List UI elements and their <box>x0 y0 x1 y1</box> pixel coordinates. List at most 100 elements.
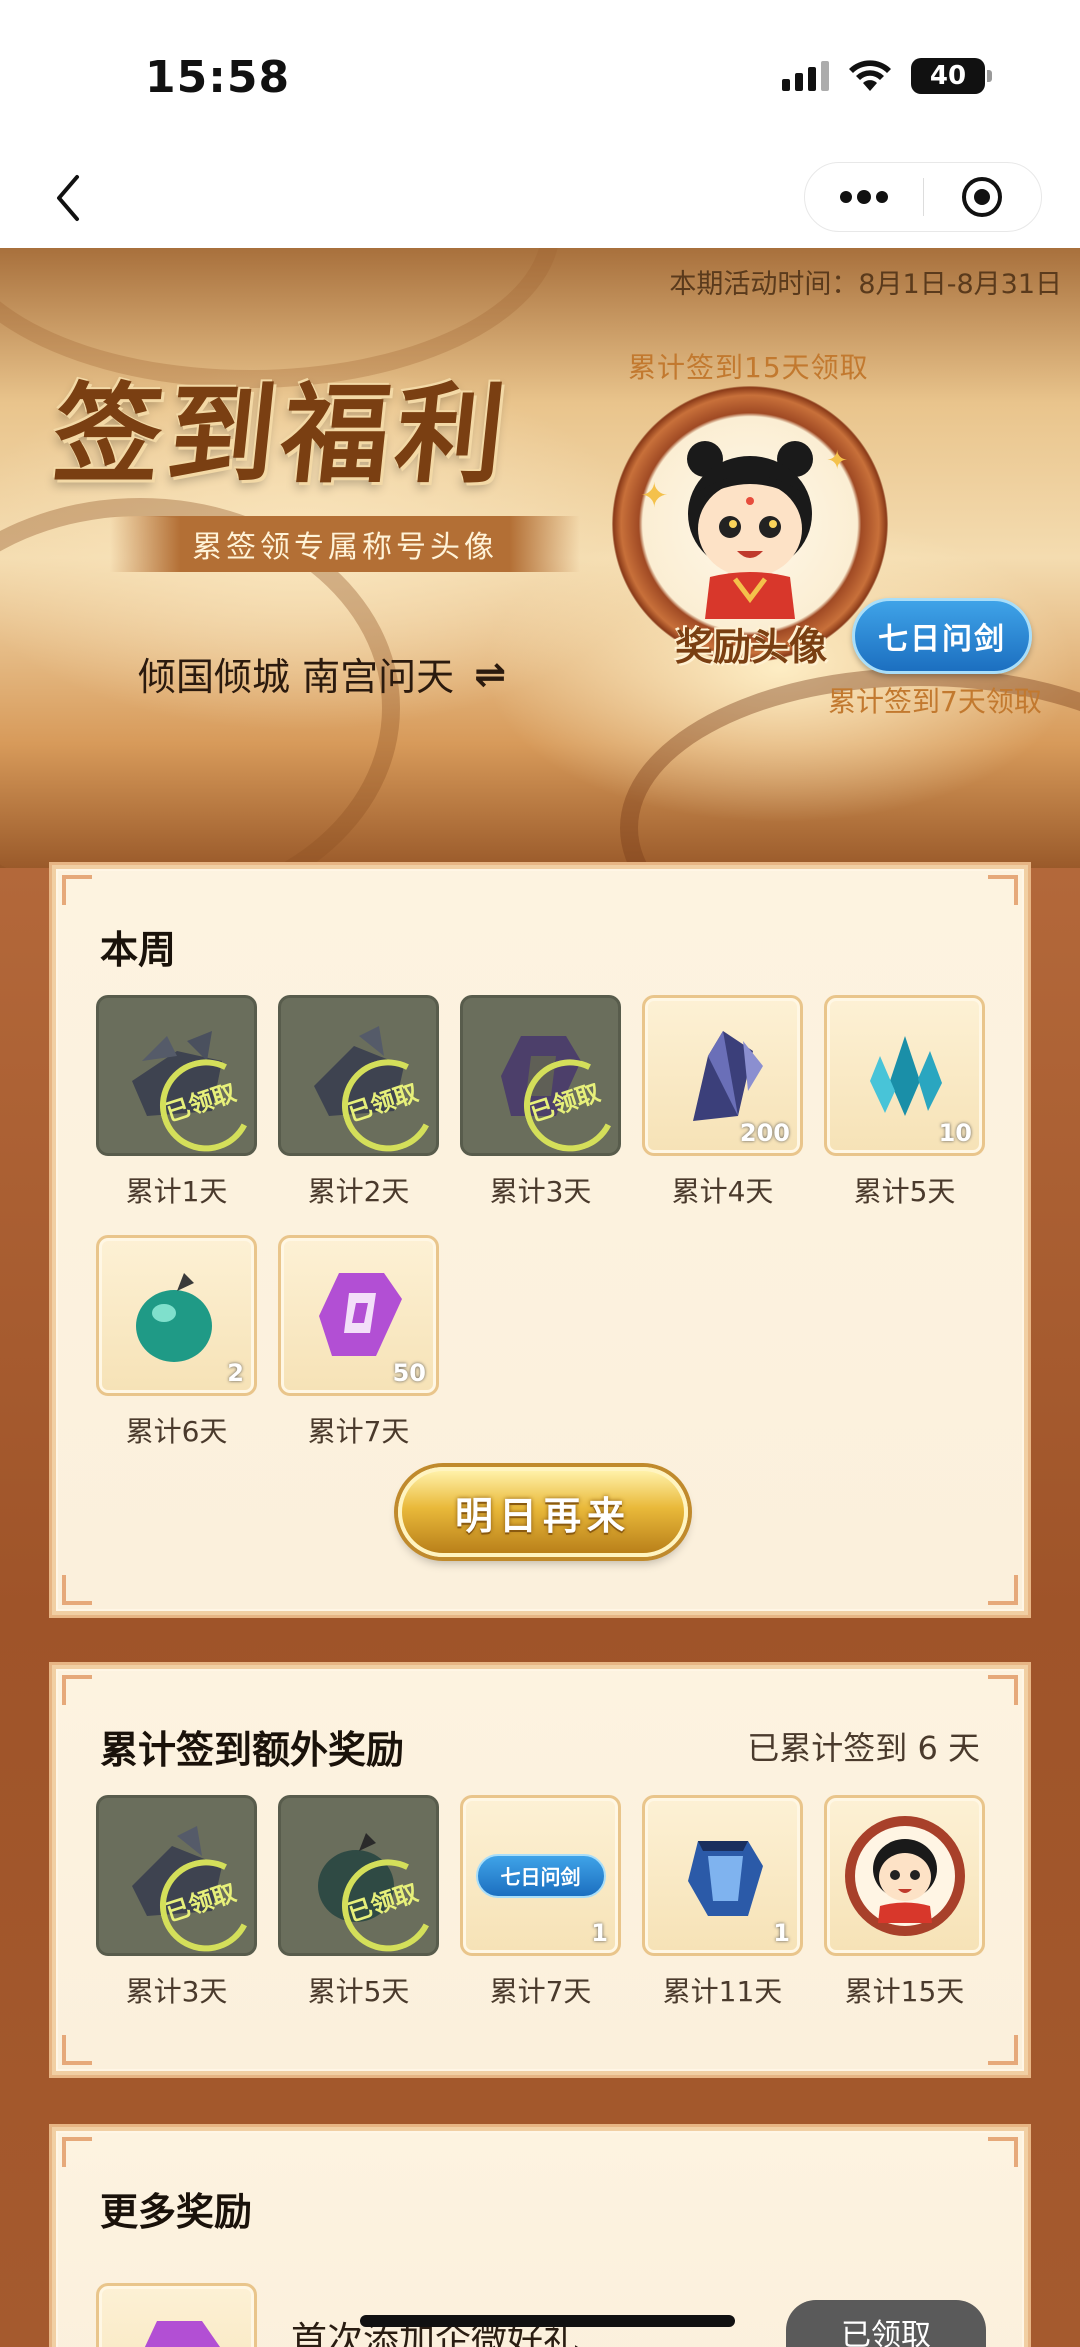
cumulative-title: 累计签到额外奖励 <box>100 1728 405 1772</box>
reward-cell[interactable]: 2 累计6天 <box>96 1235 257 1450</box>
reward-cell[interactable]: 已领取 累计3天 <box>460 995 621 1210</box>
panel-corner <box>62 2035 92 2065</box>
reward-cell[interactable]: 200 累计4天 <box>642 995 803 1210</box>
come-back-tomorrow-button[interactable]: 明日再来 <box>398 1467 688 1557</box>
reward-tile <box>96 2283 257 2347</box>
weekly-panel: 本周 已领取 累计1天 已领取 累计2天 已领取 累计3天 200 累计4天 1… <box>49 862 1031 1618</box>
claim-15-note: 累计签到15天领取 <box>628 351 869 384</box>
account-name: 倾国倾城 南宫问天 <box>138 655 455 699</box>
title-badge: 七日问剑 <box>852 598 1032 674</box>
reward-tile: 七日问剑 1 <box>460 1795 621 1956</box>
status-bar: 15:58 40 <box>0 0 1080 150</box>
reward-cell[interactable]: 已领取 累计2天 <box>278 995 439 1210</box>
reward-tile: 已领取 <box>96 995 257 1156</box>
close-miniapp-button[interactable] <box>924 163 1042 231</box>
reward-day-label: 累计5天 <box>307 1975 410 2008</box>
back-button[interactable] <box>38 168 98 228</box>
reward-tile: 已领取 <box>96 1795 257 1956</box>
subtitle-strip: 累签领专属称号头像 <box>110 516 580 572</box>
reward-cell[interactable]: 10 累计5天 <box>824 995 985 1210</box>
reward-day-label: 累计1天 <box>125 1175 228 1208</box>
hero-banner: 本期活动时间：8月1日-8月31日 签到福利 累签领专属称号头像 倾国倾城 南宫… <box>0 248 1080 868</box>
panel-corner <box>988 1675 1018 1705</box>
reward-cell[interactable]: 50 累计7天 <box>278 1235 439 1450</box>
more-rewards-title: 更多奖励 <box>100 2190 253 2234</box>
more-dots-icon <box>839 190 888 204</box>
panel-corner <box>62 1575 92 1605</box>
come-back-tomorrow-label: 明日再来 <box>454 1492 631 1538</box>
reward-quantity: 10 <box>938 1119 972 1147</box>
panel-corner <box>988 2035 1018 2065</box>
page-title: 签到福利 <box>47 372 517 498</box>
reward-cell[interactable]: 已领取 累计1天 <box>96 995 257 1210</box>
weekly-title: 本周 <box>100 928 177 972</box>
cumulative-panel: 累计签到额外奖励 已累计签到 6 天 已领取 累计3天 已领取 累计5天 七日问… <box>49 1662 1031 2078</box>
reward-day-label: 累计3天 <box>125 1975 228 2008</box>
blue-cloak-icon <box>687 1840 763 1916</box>
cumulative-progress: 已累计签到 6 天 <box>747 1729 980 1767</box>
panel-corner <box>62 875 92 905</box>
weekly-row-2: 2 累计6天 50 累计7天 <box>96 1235 439 1450</box>
sparkle-icon: ✦ <box>826 446 848 476</box>
purple-rune-icon <box>144 2320 220 2347</box>
activity-period: 本期活动时间：8月1日-8月31日 <box>669 269 1062 300</box>
more-button[interactable] <box>805 163 923 231</box>
cumulative-row: 已领取 累计3天 已领取 累计5天 七日问剑 1 累计7天 1 累计11天 累计… <box>96 1795 985 2010</box>
panel-corner <box>62 2137 92 2167</box>
reward-tile: 200 <box>642 995 803 1156</box>
reward-tile: 已领取 <box>278 1795 439 1956</box>
reward-day-label: 累计6天 <box>125 1415 228 1448</box>
nav-bar <box>0 150 1080 248</box>
reward-tile: 已领取 <box>460 995 621 1156</box>
miniapp-capsule <box>804 162 1042 232</box>
reward-quantity: 2 <box>227 1359 244 1387</box>
panel-corner <box>988 875 1018 905</box>
wifi-icon <box>847 59 893 93</box>
reward-day-label: 累计7天 <box>489 1975 592 2008</box>
reward-tile: 1 <box>642 1795 803 1956</box>
signal-icon <box>782 61 829 91</box>
reward-quantity: 1 <box>773 1919 790 1947</box>
weekly-row-1: 已领取 累计1天 已领取 累计2天 已领取 累计3天 200 累计4天 10 累… <box>96 995 985 1210</box>
chevron-left-icon <box>57 175 79 221</box>
home-indicator <box>360 2315 735 2327</box>
cyan-crystal-icon <box>869 1035 942 1116</box>
panel-corner <box>988 1575 1018 1605</box>
reward-cell[interactable]: 1 累计11天 <box>642 1795 803 2010</box>
reward-cell[interactable]: 已领取 累计3天 <box>96 1795 257 2010</box>
panel-corner <box>62 1675 92 1705</box>
reward-tile: 已领取 <box>278 995 439 1156</box>
reward-cell[interactable]: 累计15天 <box>824 1795 985 2010</box>
battery-icon: 40 <box>911 58 992 94</box>
reward-day-label: 累计3天 <box>489 1175 592 1208</box>
avatar-icon <box>844 1815 965 1936</box>
title-badge-icon: 七日问剑 <box>475 1853 606 1898</box>
reward-day-label: 累计5天 <box>853 1175 956 1208</box>
swap-icon: ⇌ <box>474 651 506 696</box>
reward-avatar-label: 奖励头像 <box>675 624 828 669</box>
battery-level: 40 <box>929 61 967 91</box>
status-time: 15:58 <box>145 52 291 103</box>
reward-day-label: 累计7天 <box>307 1415 410 1448</box>
reward-tile: 50 <box>278 1235 439 1396</box>
reward-tile: 2 <box>96 1235 257 1396</box>
reward-cell[interactable]: 七日问剑 1 累计7天 <box>460 1795 621 2010</box>
panel-corner <box>988 2137 1018 2167</box>
reward-day-label: 累计4天 <box>671 1175 774 1208</box>
target-icon <box>962 177 1003 217</box>
green-fruit-icon <box>135 1272 212 1362</box>
purple-rune-icon <box>318 1272 402 1356</box>
title-badge-text: 七日问剑 <box>500 1865 581 1889</box>
account-switcher[interactable]: 倾国倾城 南宫问天 ⇌ <box>138 646 506 701</box>
sparkle-icon: ✦ <box>640 476 669 516</box>
reward-quantity: 200 <box>739 1119 790 1147</box>
floating-claimed-button[interactable]: 已领取 <box>786 2300 986 2347</box>
subtitle: 累签领专属称号头像 <box>192 530 498 565</box>
claim-7-note: 累计签到7天领取 <box>828 685 1042 718</box>
status-icons: 40 <box>782 58 992 94</box>
reward-day-label: 累计11天 <box>662 1975 783 2008</box>
dark-crystal-icon <box>692 1030 763 1121</box>
boy-avatar-icon <box>687 441 813 619</box>
reward-tile <box>824 1795 985 1956</box>
reward-cell[interactable]: 已领取 累计5天 <box>278 1795 439 2010</box>
